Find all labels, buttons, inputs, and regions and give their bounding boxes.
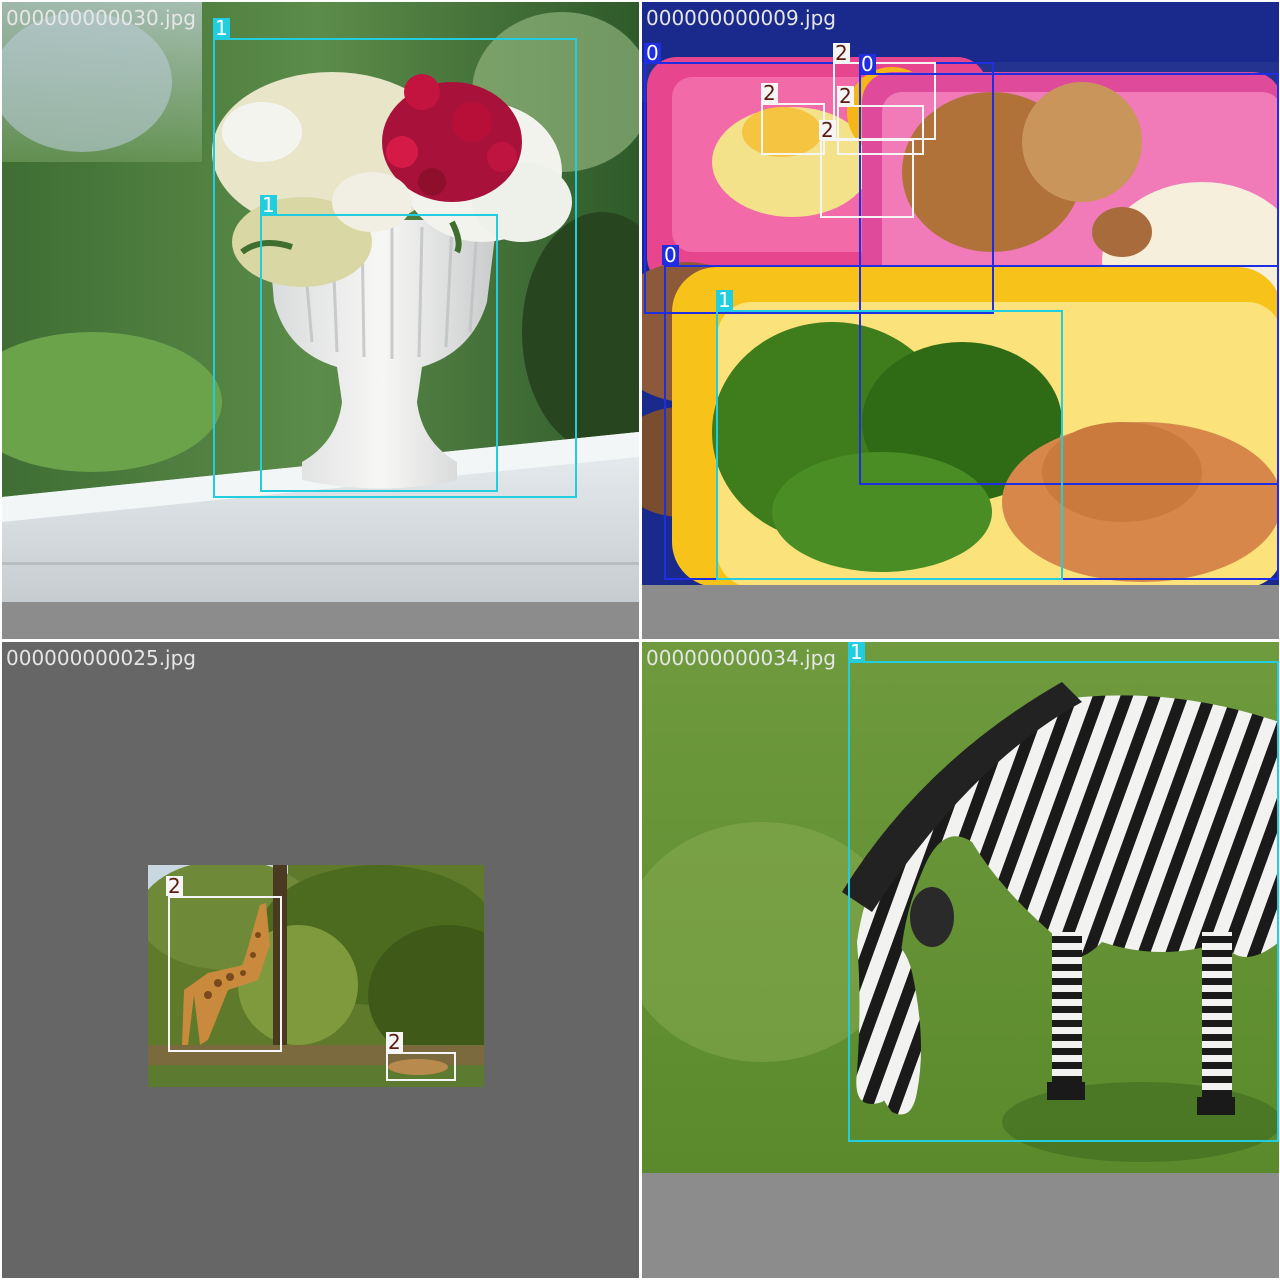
box-class-label: 1 <box>260 193 277 217</box>
image-filename: 000000000030.jpg <box>6 6 196 30</box>
bounding-box <box>168 896 282 1052</box>
box-class-label: 1 <box>848 642 865 664</box>
mosaic-tile-zebra: 000000000034.jpg 1 <box>642 642 1279 1278</box>
bounding-box <box>716 310 1063 580</box>
mosaic-tile-giraffes: 000000000025.jpg 2 2 <box>2 642 639 1278</box>
box-class-label: 2 <box>166 874 183 898</box>
bounding-box <box>260 214 498 492</box>
mosaic-tile-lunchbox: 000000000009.jpg 0 2 0 2 2 2 0 1 <box>642 2 1279 639</box>
bounding-box <box>761 103 825 155</box>
box-class-label: 1 <box>213 16 230 40</box>
bounding-box <box>848 661 1279 1142</box>
mosaic-tile-vase: 000000000030.jpg 1 1 <box>2 2 639 639</box>
image-filename: 000000000009.jpg <box>646 6 836 30</box>
box-class-label: 2 <box>833 41 850 65</box>
image-filename: 000000000034.jpg <box>646 646 836 670</box>
bounding-box <box>820 139 914 218</box>
bounding-box <box>386 1052 456 1081</box>
box-class-label: 2 <box>837 84 854 108</box>
box-class-label: 2 <box>761 81 778 105</box>
box-class-label: 0 <box>662 243 679 267</box>
box-class-label: 2 <box>819 118 836 142</box>
box-class-label: 1 <box>716 288 733 312</box>
box-class-label: 0 <box>644 41 661 65</box>
box-class-label: 2 <box>386 1030 403 1054</box>
image-filename: 000000000025.jpg <box>6 646 196 670</box>
box-class-label: 0 <box>859 52 876 76</box>
